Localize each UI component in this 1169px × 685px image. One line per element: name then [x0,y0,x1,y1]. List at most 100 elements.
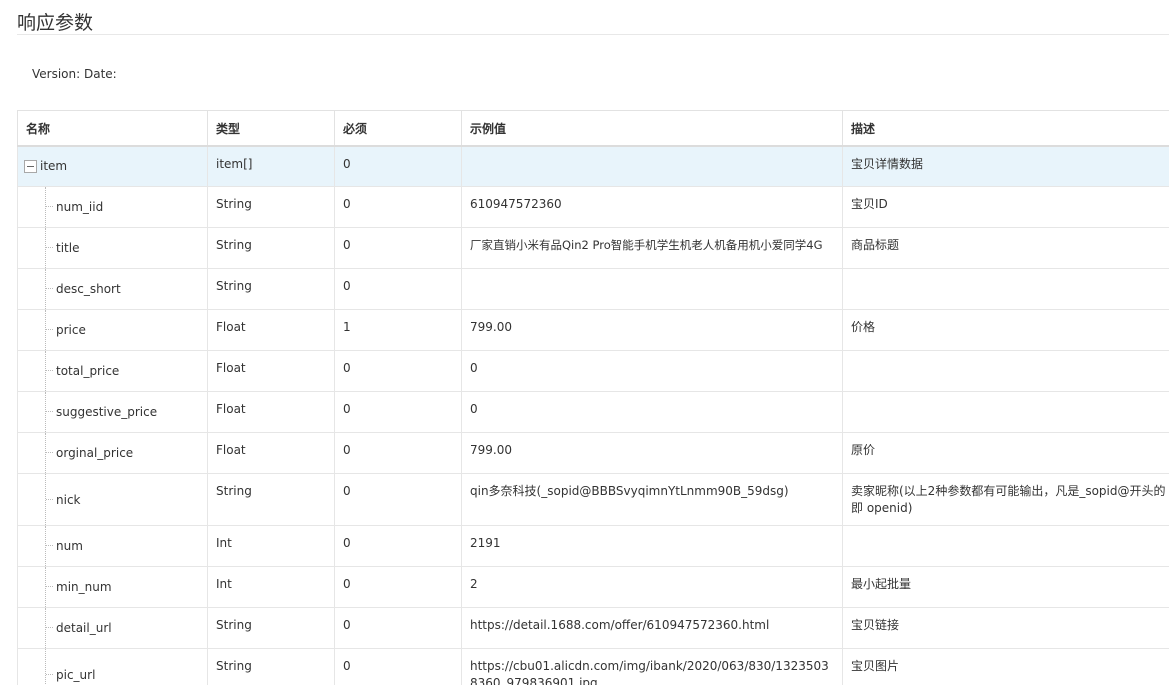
tree-connector [45,433,46,473]
table-cell-example: https://detail.1688.com/offer/6109475723… [461,607,843,649]
table-cell-name: num [17,525,208,567]
table-cell-description: 最小起批量 [842,566,1169,608]
table-cell-example: 0 [461,391,843,433]
table-cell-required: 0 [334,268,462,310]
table-header-row: 名称 类型 必须 示例值 描述 [17,110,1169,147]
table-cell-name: total_price [17,350,208,392]
param-name: orginal_price [56,446,134,460]
table-row[interactable]: orginal_price Float 0 799.00 原价 [17,432,1169,474]
param-name: suggestive_price [56,405,158,419]
table-cell-example [461,268,843,310]
param-name: pic_url [56,668,96,682]
table-row[interactable]: total_price Float 0 0 [17,350,1169,392]
table-cell-type: String [207,268,335,310]
column-header-name: 名称 [17,110,208,147]
column-header-required: 必须 [334,110,462,147]
table-cell-example: 610947572360 [461,186,843,228]
table-cell-description [842,350,1169,392]
param-name: num_iid [56,200,104,214]
param-name: nick [56,493,81,507]
table-cell-description [842,391,1169,433]
table-cell-type: String [207,607,335,649]
table-row[interactable]: min_num Int 0 2 最小起批量 [17,566,1169,608]
table-cell-type: String [207,648,335,685]
params-table: 名称 类型 必须 示例值 描述 item item[] 0 宝贝详情数据 num… [17,110,1169,685]
table-cell-name: num_iid [17,186,208,228]
table-row[interactable]: price Float 1 799.00 价格 [17,309,1169,351]
table-cell-name: pic_url [17,648,208,685]
table-cell-description: 宝贝详情数据 [842,145,1169,187]
table-cell-name: min_num [17,566,208,608]
table-cell-type: Float [207,391,335,433]
tree-branch [46,499,53,500]
table-row[interactable]: suggestive_price Float 0 0 [17,391,1169,433]
table-cell-required: 0 [334,227,462,269]
params-table-container: 名称 类型 必须 示例值 描述 item item[] 0 宝贝详情数据 num… [17,110,1169,685]
tree-connector [45,187,46,227]
table-row[interactable]: desc_short String 0 [17,268,1169,310]
param-name: item [40,159,68,173]
tree-connector [45,608,46,648]
table-cell-example: 0 [461,350,843,392]
table-cell-name: nick [17,473,208,526]
table-cell-description: 宝贝链接 [842,607,1169,649]
tree-branch [46,674,53,675]
table-cell-type: item[] [207,145,335,187]
tree-branch [46,411,53,412]
tree-branch [46,627,53,628]
table-cell-required: 0 [334,350,462,392]
section-title: 响应参数 [17,12,94,34]
table-cell-required: 0 [334,607,462,649]
table-cell-required: 0 [334,566,462,608]
table-row[interactable]: num Int 0 2191 [17,525,1169,567]
table-cell-name: title [17,227,208,269]
table-cell-example [461,145,843,187]
response-params-page: 响应参数 Version: Date: 名称 类型 必须 示例值 描述 item… [0,0,1169,685]
version-line: Version: Date: [32,67,117,81]
table-cell-example: 799.00 [461,432,843,474]
param-name: price [56,323,86,337]
table-cell-name: price [17,309,208,351]
tree-connector [45,228,46,268]
table-cell-description: 商品标题 [842,227,1169,269]
table-cell-description: 宝贝ID [842,186,1169,228]
table-cell-description: 价格 [842,309,1169,351]
column-header-description: 描述 [842,110,1169,147]
table-cell-example: 2191 [461,525,843,567]
table-cell-example: qin多奈科技(_sopid@BBBSvyqimnYtLnmm90B_59dsg… [461,473,843,526]
table-row[interactable]: num_iid String 0 610947572360 宝贝ID [17,186,1169,228]
tree-branch [46,452,53,453]
tree-connector [45,269,46,309]
table-row-item[interactable]: item item[] 0 宝贝详情数据 [17,145,1169,187]
column-header-type: 类型 [207,110,335,147]
table-cell-required: 0 [334,525,462,567]
table-cell-required: 0 [334,391,462,433]
tree-branch [46,329,53,330]
table-cell-type: String [207,473,335,526]
tree-connector [45,310,46,350]
table-cell-name: desc_short [17,268,208,310]
table-row[interactable]: nick String 0 qin多奈科技(_sopid@BBBSvyqimnY… [17,473,1169,526]
table-cell-required: 0 [334,648,462,685]
column-header-example: 示例值 [461,110,843,147]
table-row[interactable]: detail_url String 0 https://detail.1688.… [17,607,1169,649]
tree-branch [46,206,53,207]
tree-connector [45,351,46,391]
table-cell-example: 799.00 [461,309,843,351]
table-cell-description [842,525,1169,567]
tree-branch [46,586,53,587]
minus-square-icon[interactable] [24,160,37,173]
table-cell-type: Int [207,525,335,567]
table-cell-required: 0 [334,186,462,228]
table-row[interactable]: title String 0 厂家直销小米有品Qin2 Pro智能手机学生机老人… [17,227,1169,269]
table-row[interactable]: pic_url String 0 https://cbu01.alicdn.co… [17,648,1169,685]
tree-branch [46,247,53,248]
table-cell-name: suggestive_price [17,391,208,433]
table-cell-required: 0 [334,432,462,474]
table-cell-required: 0 [334,145,462,187]
table-cell-description: 卖家昵称(以上2种参数都有可能输出，凡是_sopid@开头的即 openid) [842,473,1169,526]
table-cell-name: detail_url [17,607,208,649]
tree-branch [46,288,53,289]
table-cell-required: 1 [334,309,462,351]
table-cell-type: String [207,227,335,269]
